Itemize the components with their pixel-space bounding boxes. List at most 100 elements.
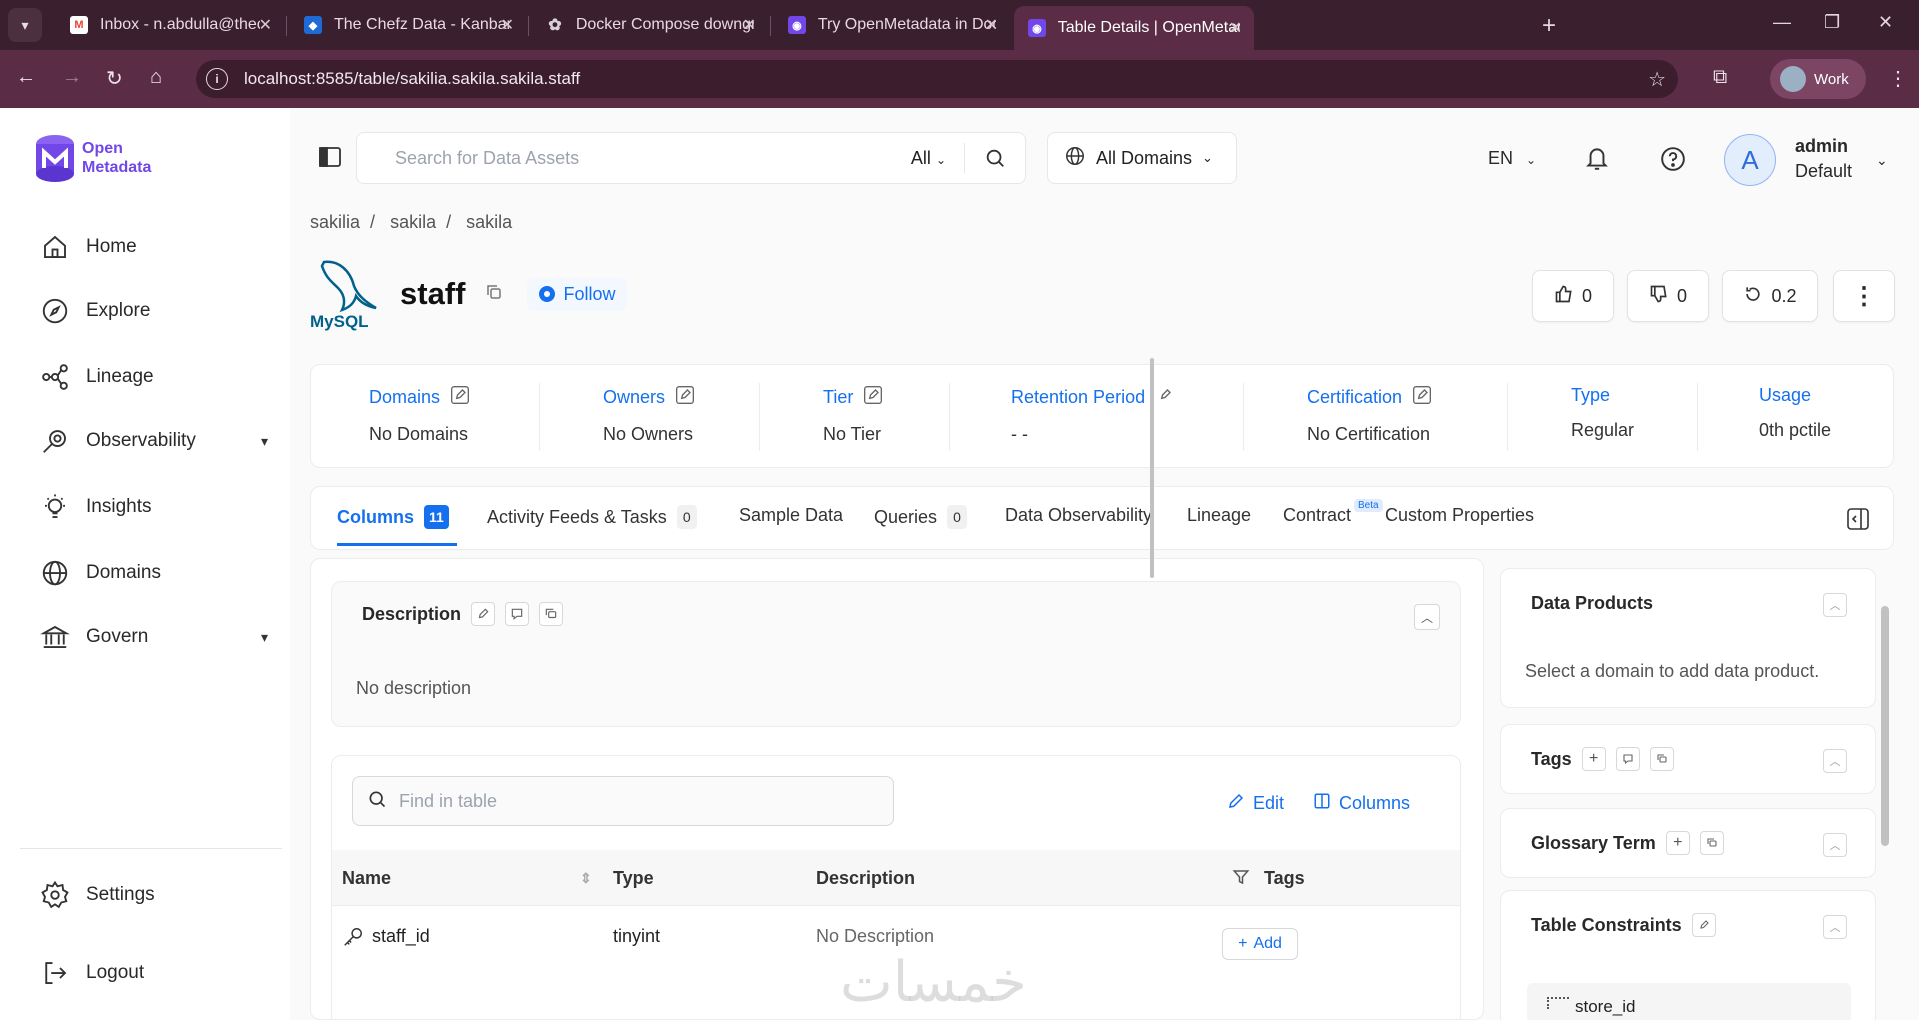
column-name[interactable]: staff_id [372, 926, 430, 947]
tab-sample-data[interactable]: Sample Data [739, 505, 843, 526]
sidebar-item-insights[interactable]: Insights [38, 490, 268, 524]
reload-icon[interactable]: ↻ [106, 66, 123, 91]
back-icon[interactable]: ← [16, 66, 36, 89]
edit-icon[interactable] [1691, 913, 1716, 937]
forward-icon[interactable]: → [62, 66, 82, 89]
column-header-name[interactable]: Name [342, 868, 391, 889]
help-icon[interactable] [1660, 146, 1686, 177]
home-browser-icon[interactable]: ⌂ [150, 66, 162, 89]
edit-icon[interactable] [675, 385, 695, 410]
browser-tab-openmetadata-docker[interactable]: ◉ Try OpenMetadata in Docker ✕ [774, 6, 1010, 44]
find-in-table-input[interactable]: Find in table [352, 776, 894, 826]
breadcrumb-item[interactable]: sakilia [310, 212, 360, 232]
upvote-button[interactable]: 0 [1532, 270, 1614, 322]
close-window-icon[interactable]: ✕ [1878, 12, 1893, 33]
conversation-icon[interactable] [539, 602, 564, 626]
browser-tab-chatgpt[interactable]: ✿ Docker Compose downgrade ✕ [532, 6, 768, 44]
tab-search-menu-button[interactable]: ▾ [8, 8, 42, 42]
panel-collapse-icon[interactable] [1846, 507, 1870, 536]
close-tab-icon[interactable]: ✕ [501, 15, 514, 35]
right-panel-scrollbar[interactable] [1879, 568, 1889, 1018]
global-search[interactable]: Search for Data Assets All ⌄ [356, 132, 1026, 184]
extensions-icon[interactable]: ⧉ [1713, 66, 1727, 89]
add-icon[interactable]: + [1665, 831, 1690, 855]
edit-icon[interactable] [1155, 385, 1175, 410]
conversation-icon[interactable] [1649, 747, 1674, 771]
tab-queries[interactable]: Queries 0 [874, 505, 968, 529]
restore-icon[interactable]: ❐ [1824, 12, 1840, 33]
breadcrumb-item[interactable]: sakila [466, 212, 512, 232]
minimize-icon[interactable]: — [1773, 12, 1791, 33]
browser-tab-table-details[interactable]: ◉ Table Details | OpenMetadata ✕ [1014, 6, 1254, 50]
sidebar-item-logout[interactable]: Logout [38, 956, 268, 990]
collapse-icon[interactable]: ︿ [1823, 833, 1847, 857]
collapse-icon[interactable]: ︿ [1823, 749, 1847, 773]
edit-table-button[interactable]: Edit [1227, 792, 1284, 815]
domains-dropdown[interactable]: All Domains ⌄ [1047, 132, 1237, 184]
close-tab-icon[interactable]: ✕ [743, 15, 756, 35]
edit-icon[interactable] [1412, 385, 1432, 410]
request-description-icon[interactable] [505, 602, 530, 626]
sort-icon[interactable]: ⇕ [580, 870, 592, 887]
collapse-icon[interactable]: ︿ [1414, 604, 1440, 630]
close-tab-icon[interactable]: ✕ [1229, 18, 1242, 38]
more-options-icon[interactable]: ⋮ [1833, 270, 1895, 322]
profile-button[interactable]: Work [1770, 59, 1866, 99]
breadcrumb-item[interactable]: sakila [390, 212, 436, 232]
sidebar-item-lineage[interactable]: Lineage [38, 360, 268, 394]
site-info-icon[interactable]: i [206, 68, 228, 90]
sidebar-divider [20, 848, 282, 849]
request-tags-icon[interactable] [1615, 747, 1640, 771]
tab-columns[interactable]: Columns 11 [337, 505, 449, 529]
edit-icon[interactable] [450, 385, 470, 410]
chevron-down-icon[interactable]: ⌄ [1876, 152, 1888, 169]
table-scrollbar[interactable] [1150, 358, 1154, 578]
url-bar[interactable]: i localhost:8585/table/sakilia.sakila.sa… [196, 60, 1678, 98]
sidebar-toggle-icon[interactable] [318, 146, 342, 173]
collapse-icon[interactable]: ︿ [1823, 915, 1847, 939]
scrollbar-thumb[interactable] [1881, 606, 1889, 846]
conversation-icon[interactable] [1699, 831, 1724, 855]
sidebar-item-observability[interactable]: Observability ▾ [38, 424, 268, 458]
search-input[interactable]: Search for Data Assets [395, 148, 911, 169]
collapse-icon[interactable]: ︿ [1823, 593, 1847, 617]
browser-tab-gmail[interactable]: M Inbox - n.abdulla@thechefz.co ✕ [56, 6, 284, 44]
edit-icon[interactable] [471, 602, 496, 626]
user-menu[interactable]: admin Default [1795, 134, 1852, 184]
browser-tab-kanban[interactable]: ◆ The Chefz Data - Kanban Board ✕ [290, 6, 526, 44]
tab-contract[interactable]: Contract [1283, 505, 1351, 526]
add-tag-button[interactable]: + Add [1222, 928, 1298, 960]
bell-icon[interactable] [1584, 144, 1610, 177]
sidebar-item-domains[interactable]: Domains [38, 556, 268, 590]
openmetadata-logo[interactable]: Open Metadata [34, 134, 151, 182]
search-scope-select[interactable]: All ⌄ [911, 148, 946, 169]
sidebar-item-settings[interactable]: Settings [38, 878, 268, 912]
filter-icon[interactable] [1232, 868, 1250, 891]
tab-activity-feeds[interactable]: Activity Feeds & Tasks 0 [487, 505, 697, 529]
columns-toggle-button[interactable]: Columns [1313, 792, 1410, 815]
downvote-button[interactable]: 0 [1627, 270, 1709, 322]
divider [949, 383, 950, 451]
search-icon[interactable] [965, 147, 1025, 169]
meta-value: No Certification [1307, 424, 1431, 444]
version-button[interactable]: 0.2 [1722, 270, 1818, 322]
sidebar-item-govern[interactable]: Govern ▾ [38, 620, 268, 654]
bookmark-star-icon[interactable]: ☆ [1648, 67, 1666, 92]
add-icon[interactable]: + [1581, 747, 1606, 771]
close-tab-icon[interactable]: ✕ [985, 15, 998, 35]
sidebar-item-home[interactable]: Home [38, 230, 268, 264]
copy-icon[interactable] [485, 283, 503, 306]
browser-menu-icon[interactable]: ⋮ [1888, 66, 1908, 91]
follow-button[interactable]: Follow [527, 277, 628, 311]
avatar[interactable]: A [1724, 134, 1776, 186]
new-tab-button[interactable]: + [1542, 12, 1556, 40]
sidebar-item-explore[interactable]: Explore [38, 294, 268, 328]
language-select[interactable]: EN ⌄ [1488, 148, 1536, 169]
edit-icon[interactable] [863, 385, 883, 410]
tab-label: Activity Feeds & Tasks [487, 506, 667, 527]
close-tab-icon[interactable]: ✕ [259, 15, 272, 35]
meta-owners: Owners No Owners [603, 385, 695, 445]
tab-lineage[interactable]: Lineage [1187, 505, 1251, 526]
tab-data-observability[interactable]: Data Observability [1005, 505, 1152, 526]
tab-custom-properties[interactable]: Custom Properties [1385, 505, 1534, 526]
